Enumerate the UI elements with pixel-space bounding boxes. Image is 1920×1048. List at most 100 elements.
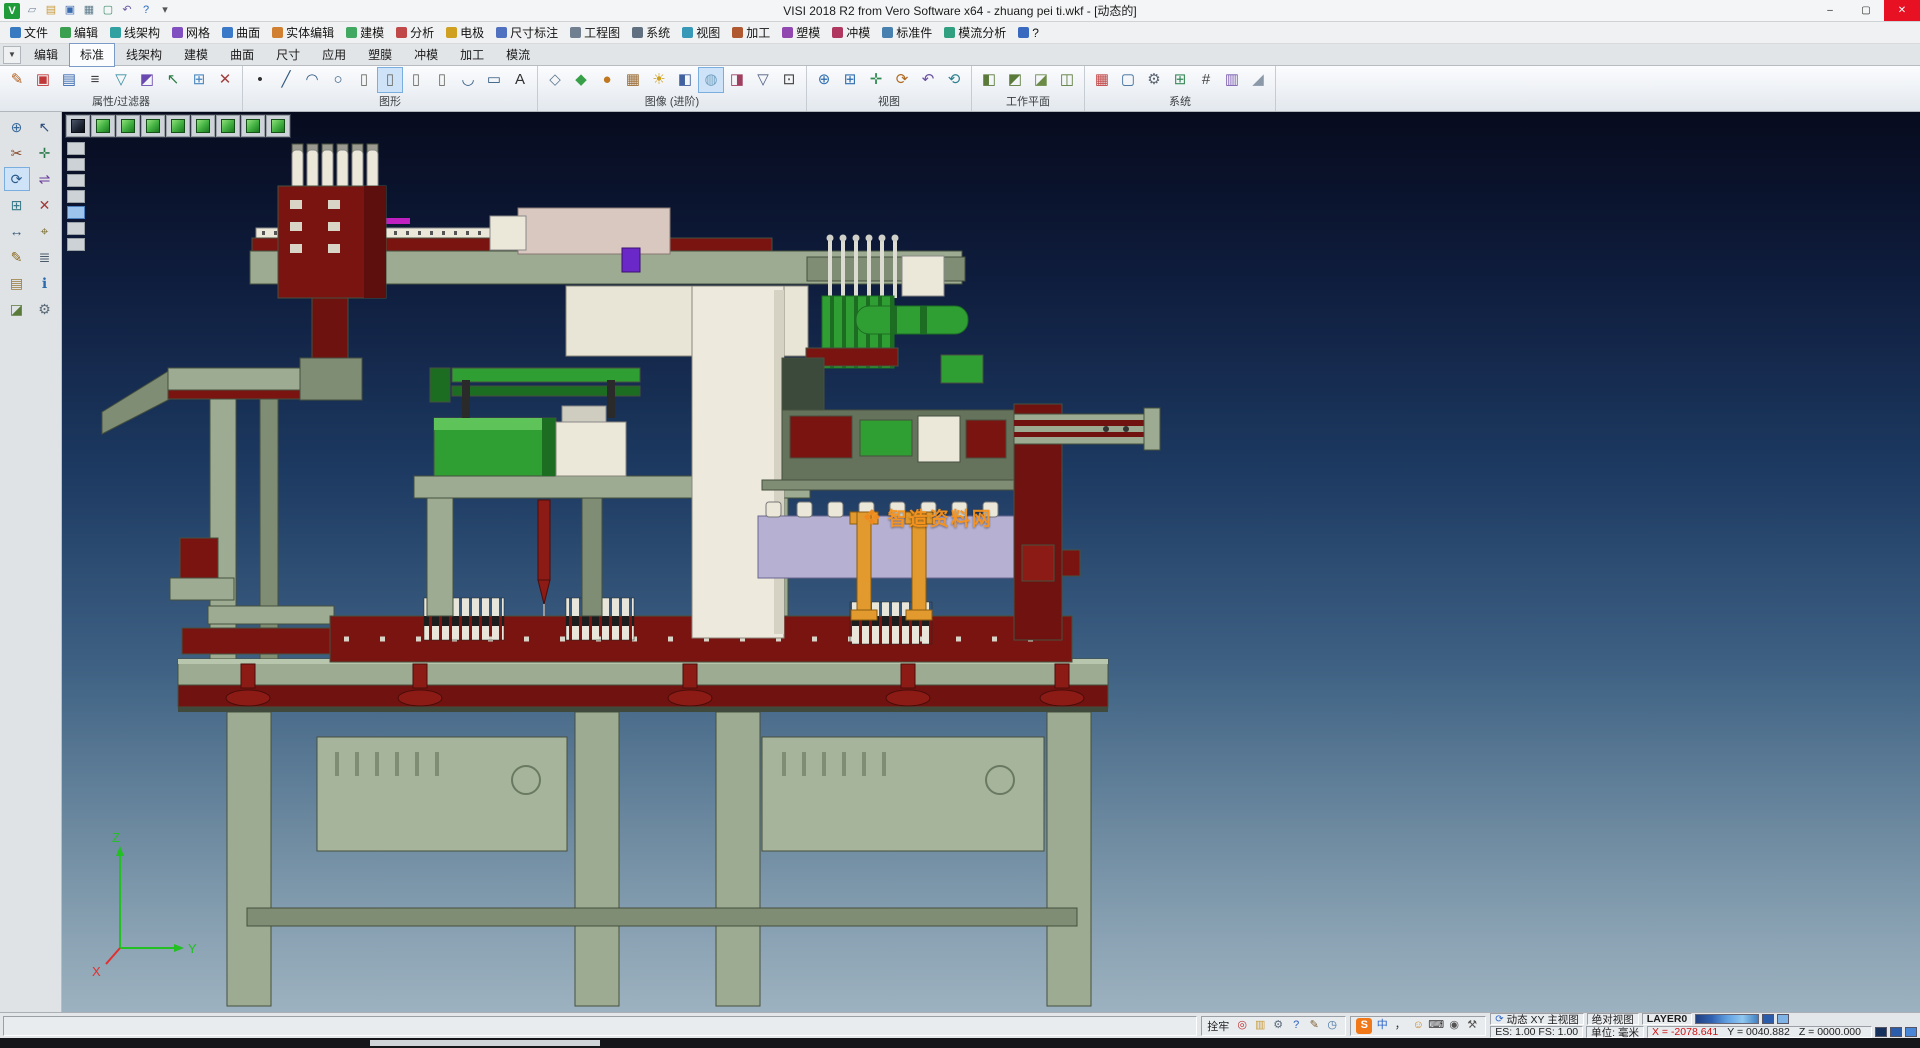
palette-slot-2-button[interactable] [67,158,85,171]
color-swatch[interactable] [1905,1027,1917,1037]
zoom-window-icon[interactable]: ⊞ [837,67,863,93]
menu-drafting[interactable]: 工程图 [564,22,626,43]
view-front-button[interactable] [216,115,240,137]
customize-arrow-icon[interactable]: ▾ [156,2,174,20]
slot-icon[interactable]: ▭ [481,67,507,93]
question-icon[interactable]: ? [1288,1018,1304,1034]
tab-edit[interactable]: 编辑 [23,43,69,67]
prefs-icon[interactable]: ⚙ [32,297,58,321]
tab-moldflow[interactable]: 模流 [495,43,541,67]
view-reference[interactable]: 绝对视图 [1587,1013,1639,1025]
menu-view[interactable]: 视图 [676,22,726,43]
menu-system[interactable]: 系统 [626,22,676,43]
selection-arrow-icon[interactable]: ↖ [32,115,58,139]
tab-surface[interactable]: 曲面 [219,43,265,67]
wrench-icon[interactable]: ⚒ [1464,1018,1480,1034]
new-doc-icon[interactable]: ▱ [23,2,41,20]
filter-icon[interactable]: ▽ [108,67,134,93]
mask-filter-icon[interactable]: ◩ [134,67,160,93]
minimize-button[interactable]: – [1812,0,1848,21]
menu-help[interactable]: ? [1012,24,1045,42]
layers-icon[interactable]: ≣ [32,245,58,269]
tab-mold[interactable]: 塑膜 [357,43,403,67]
undo-icon[interactable]: ↶ [118,2,136,20]
palette-slot-1-button[interactable] [67,142,85,155]
gear-icon[interactable]: ⚙ [1270,1018,1286,1034]
lighting-icon[interactable]: ☀ [646,67,672,93]
perspective-icon[interactable]: ▽ [750,67,776,93]
menu-die[interactable]: 冲模 [826,22,876,43]
color-swatch[interactable] [1875,1027,1887,1037]
swatch-palette-icon[interactable]: ▤ [4,271,30,295]
redraw-icon[interactable]: ⟲ [941,67,967,93]
arc-icon[interactable]: ◠ [299,67,325,93]
tab-machining[interactable]: 加工 [449,43,495,67]
wireframe-view-icon[interactable]: ◇ [542,67,568,93]
view-iso-back-left-button[interactable] [141,115,165,137]
grid-icon[interactable]: ⊞ [1167,67,1193,93]
folder-ic­on[interactable]: ▥ [1252,1018,1268,1034]
texture-icon[interactable]: ▦ [620,67,646,93]
save-icon[interactable]: ▣ [61,2,79,20]
workplane-on-face-icon[interactable]: ◪ [1028,67,1054,93]
info-icon[interactable]: ℹ [32,271,58,295]
color-gradient-bar[interactable] [1695,1014,1759,1024]
view-iso-back-right-button[interactable] [166,115,190,137]
palette-slot-3-button[interactable] [67,174,85,187]
menu-electrode[interactable]: 电极 [440,22,490,43]
tab-modeling[interactable]: 建模 [173,43,219,67]
color-swatch[interactable] [1777,1014,1789,1024]
screen-icon[interactable]: ▢ [99,2,117,20]
menu-moldflow-analysis[interactable]: 模流分析 [938,22,1012,43]
mic-icon[interactable]: ◉ [1446,1018,1462,1034]
maximize-button[interactable]: ▢ [1848,0,1884,21]
workplane-3points-icon[interactable]: ◩ [1002,67,1028,93]
linetype-icon[interactable]: ≡ [82,67,108,93]
taskbar-item[interactable] [370,1040,600,1046]
pan-icon[interactable]: ✛ [863,67,889,93]
color-swatch[interactable] [1890,1027,1902,1037]
menu-solid-edit[interactable]: 实体编辑 [266,22,340,43]
emoji-icon[interactable]: ☺ [1410,1018,1426,1034]
menu-surface[interactable]: 曲面 [216,22,266,43]
transparency-icon[interactable]: ◍ [698,67,724,93]
view-side-button[interactable] [241,115,265,137]
copy-icon[interactable]: ⊞ [4,193,30,217]
sphere-icon[interactable]: ▯ [429,67,455,93]
view-top-button[interactable] [191,115,215,137]
zoom-extents-icon[interactable]: ⊕ [811,67,837,93]
display-settings-icon[interactable]: ▢ [1115,67,1141,93]
orbit-icon[interactable]: ⟳ [889,67,915,93]
tab-application[interactable]: 应用 [311,43,357,67]
line-icon[interactable]: ╱ [273,67,299,93]
attribute-edit-icon[interactable]: ✎ [4,67,30,93]
snap-target-icon[interactable]: ◎ [1234,1018,1250,1034]
shadow-icon[interactable]: ◢ [1245,67,1271,93]
calculator-icon[interactable]: # [1193,67,1219,93]
tab-overflow-button[interactable]: ▼ [3,46,21,64]
layer-attr-icon[interactable]: ▤ [56,67,82,93]
view-orientation[interactable]: ⟳ 动态 XY 主视图 [1490,1013,1584,1025]
text-entity-icon[interactable]: A [507,67,533,93]
menu-standard-parts[interactable]: 标准件 [876,22,938,43]
tab-standard[interactable]: 标准 [69,43,115,67]
dynamic-section-icon[interactable]: ◨ [724,67,750,93]
view-iso-front-left-button[interactable] [91,115,115,137]
palette-slot-6-button[interactable] [67,222,85,235]
section-icon[interactable]: ◧ [672,67,698,93]
menu-analysis[interactable]: 分析 [390,22,440,43]
workplane-mini-icon[interactable]: ◪ [4,297,30,321]
table-icon[interactable]: ▥ [1219,67,1245,93]
tab-die[interactable]: 冲模 [403,43,449,67]
view-iso-front-right-button[interactable] [116,115,140,137]
tab-wireframe[interactable]: 线架构 [115,43,173,67]
snapshot-icon[interactable]: ⊡ [776,67,802,93]
view-axonometric-button[interactable] [266,115,290,137]
menu-wireframe[interactable]: 线架构 [104,22,166,43]
datum-icon[interactable]: ⌖ [32,219,58,243]
delete-icon[interactable]: ✕ [32,193,58,217]
menu-dimensioning[interactable]: 尺寸标注 [490,22,564,43]
rendered-view-icon[interactable]: ● [594,67,620,93]
workplane-standard-icon[interactable]: ◧ [976,67,1002,93]
menu-mold[interactable]: 塑模 [776,22,826,43]
